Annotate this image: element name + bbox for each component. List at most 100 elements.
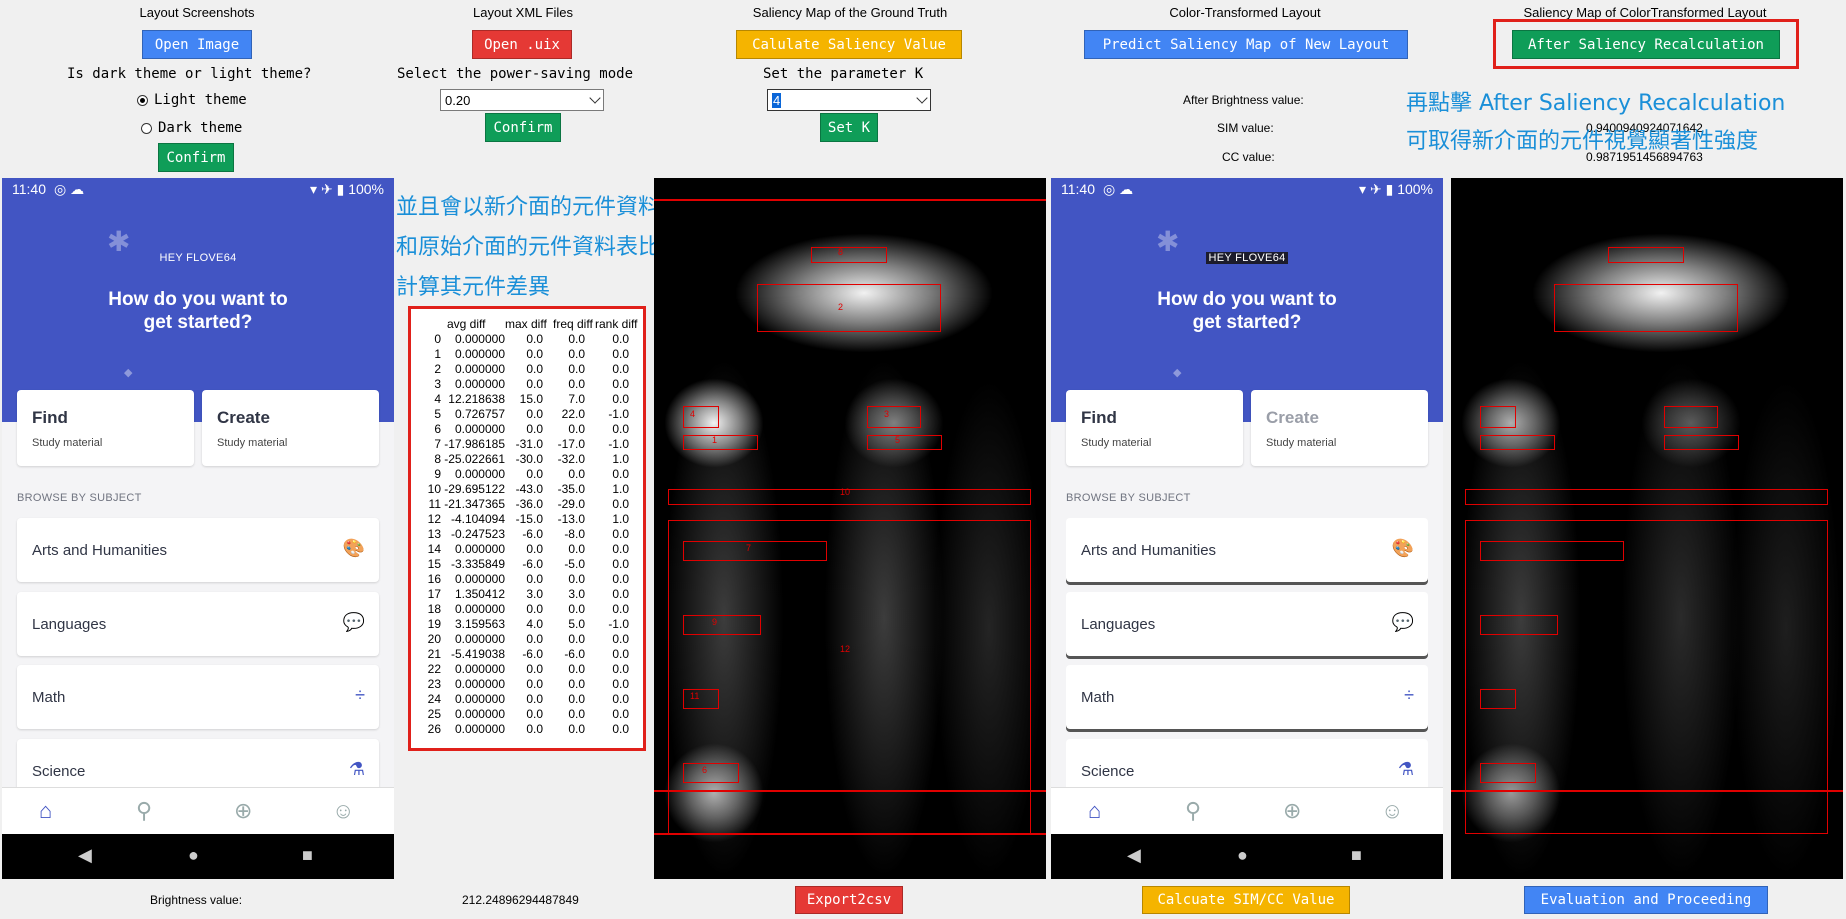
box-line <box>654 199 1046 201</box>
recents-icon[interactable]: ■ <box>302 845 313 866</box>
wifi-icon: ▾ ✈ ▮ <box>310 181 345 197</box>
home-icon[interactable]: ⌂ <box>39 798 52 824</box>
table-cell: 0.0 <box>568 677 585 691</box>
header-max-diff: max diff <box>505 317 547 331</box>
k-param-select[interactable]: 4 <box>767 89 931 111</box>
table-cell: 20 <box>427 632 441 646</box>
back-icon[interactable]: ◀ <box>1127 845 1141 866</box>
theme-confirm-button[interactable]: Confirm <box>158 143 234 172</box>
create-subtitle: Study material <box>1266 437 1337 449</box>
dark-theme-radio[interactable]: Dark theme <box>141 120 242 136</box>
wifi-icon: ▾ ✈ ▮ <box>1359 181 1394 197</box>
predict-saliency-button[interactable]: Predict Saliency Map of New Layout <box>1084 30 1408 59</box>
table-body: 0 0.000000 0.0 0.0 0.0 1 0.000000 0.0 0.0 0.0 2 0.0… <box>417 332 643 737</box>
table-cell: 0.0 <box>568 662 585 676</box>
table-row: 12 -4.104094 -15.0 -13.0 1.0 <box>417 512 643 527</box>
open-uix-button[interactable]: Open .uix <box>472 30 572 59</box>
table-cell: -13.0 <box>557 512 585 526</box>
home-circle-icon[interactable]: ● <box>1237 845 1248 866</box>
component-box <box>683 689 719 709</box>
table-cell: -4.104094 <box>450 512 505 526</box>
find-title: Find <box>1081 408 1117 427</box>
search-icon[interactable]: ⚲ <box>1185 798 1201 824</box>
evaluation-proceeding-button[interactable]: Evaluation and Proceeding <box>1524 886 1768 914</box>
diamond-decoration-icon: ◆ <box>1173 367 1182 379</box>
subject-languages[interactable]: Languages 💬 <box>17 592 379 656</box>
profile-icon[interactable]: ☺ <box>1381 798 1403 824</box>
table-cell: 3 <box>434 377 441 391</box>
table-cell: 0.0 <box>612 587 629 601</box>
recents-icon[interactable]: ■ <box>1351 845 1362 866</box>
profile-icon[interactable]: ☺ <box>332 798 354 824</box>
table-cell: 0.0 <box>612 497 629 511</box>
back-icon[interactable]: ◀ <box>78 845 92 866</box>
create-card[interactable]: Create Study material <box>1251 390 1428 466</box>
find-subtitle: Study material <box>1081 437 1152 449</box>
create-card[interactable]: Create Study material <box>202 390 379 466</box>
highlight-frame-recalc <box>1493 19 1799 69</box>
find-card[interactable]: Find Study material <box>1066 390 1243 466</box>
power-confirm-button[interactable]: Confirm <box>485 113 561 142</box>
palette-icon: 🎨 <box>342 538 365 558</box>
table-cell: 0.0 <box>612 347 629 361</box>
calculate-saliency-button[interactable]: Calulate Saliency Value <box>736 30 962 59</box>
create-subtitle: Study material <box>217 437 288 449</box>
table-cell: 0.000000 <box>454 347 505 361</box>
component-box <box>683 435 758 450</box>
subject-arts[interactable]: Arts and Humanities 🎨 <box>1066 518 1428 582</box>
table-cell: 0.0 <box>526 467 543 481</box>
find-card[interactable]: Find Study material <box>17 390 194 466</box>
table-cell: 0.0 <box>526 692 543 706</box>
table-cell: 4.0 <box>526 617 543 631</box>
table-cell: -6.0 <box>522 527 543 541</box>
light-theme-radio[interactable]: Light theme <box>137 92 247 108</box>
table-cell: -15.0 <box>515 512 543 526</box>
table-cell: 19 <box>427 617 441 631</box>
power-mode-select[interactable]: 0.20 <box>440 89 604 111</box>
table-cell: 3.159563 <box>454 617 505 631</box>
browse-by-subject-label: BROWSE BY SUBJECT <box>17 492 142 504</box>
layout-screenshots-title: Layout Screenshots <box>139 5 255 20</box>
add-icon[interactable]: ⊕ <box>234 798 252 824</box>
table-row: 3 0.000000 0.0 0.0 0.0 <box>417 377 643 392</box>
header-avg-diff: avg diff <box>447 317 486 331</box>
table-cell: 0.0 <box>568 722 585 736</box>
dark-theme-label: Dark theme <box>158 120 243 136</box>
table-cell: 25 <box>427 707 441 721</box>
status-bar: 11:40 ◎ ☁ ▾ ✈ ▮ 100% <box>1051 178 1443 200</box>
subject-label: Math <box>1081 689 1115 706</box>
table-cell: 0.0 <box>568 542 585 556</box>
ground-truth-saliency-map: 8 2 4 1 3 5 10 7 9 12 11 6 <box>654 178 1046 879</box>
table-cell: 0.0 <box>526 347 543 361</box>
create-title: Create <box>1266 408 1319 427</box>
subject-math[interactable]: Math ÷ <box>1066 665 1428 729</box>
table-cell: 0 <box>434 332 441 346</box>
home-circle-icon[interactable]: ● <box>188 845 199 866</box>
table-cell: 18 <box>427 602 441 616</box>
colortransformed-saliency-title: Saliency Map of ColorTransformed Layout <box>1523 5 1767 20</box>
table-cell: 15 <box>427 557 441 571</box>
component-box <box>1608 247 1684 263</box>
hero-banner: ✱ ◆ HEY FLOVE64 How do you want to get st… <box>1051 200 1443 422</box>
table-cell: -32.0 <box>557 452 585 466</box>
calculate-sim-cc-button[interactable]: Calcuate SIM/CC Value <box>1142 886 1350 914</box>
export-csv-button[interactable]: Export2csv <box>795 886 903 914</box>
component-box <box>867 406 921 428</box>
set-k-button[interactable]: Set K <box>820 113 878 142</box>
table-cell: 0.0 <box>612 467 629 481</box>
table-row: 8 -25.022661 -30.0 -32.0 1.0 <box>417 452 643 467</box>
component-diff-table: avg diff max diff freq diff rank diff 00… <box>408 306 646 751</box>
table-cell: 0.0 <box>568 632 585 646</box>
subject-languages[interactable]: Languages 💬 <box>1066 592 1428 656</box>
search-icon[interactable]: ⚲ <box>136 798 152 824</box>
subject-math[interactable]: Math ÷ <box>17 665 379 729</box>
chevron-down-icon <box>589 92 601 104</box>
subject-arts[interactable]: Arts and Humanities 🎨 <box>17 518 379 582</box>
palette-icon: 🎨 <box>1391 538 1414 558</box>
open-image-button[interactable]: Open Image <box>142 30 252 59</box>
subject-label: Languages <box>1081 616 1156 633</box>
table-cell: 0.000000 <box>454 362 505 376</box>
home-icon[interactable]: ⌂ <box>1088 798 1101 824</box>
add-icon[interactable]: ⊕ <box>1283 798 1301 824</box>
table-cell: 0.0 <box>612 557 629 571</box>
